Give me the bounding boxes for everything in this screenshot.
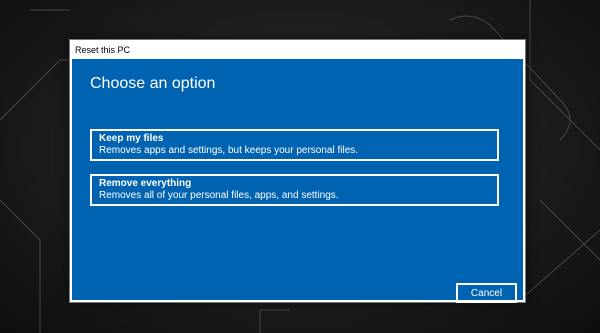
cancel-button[interactable]: Cancel: [456, 283, 517, 303]
option-title-keep: Keep my files: [99, 133, 164, 144]
option-description-remove: Removes all of your personal files, apps…: [99, 190, 339, 201]
option-description-keep: Removes apps and settings, but keeps you…: [99, 145, 359, 156]
keep-my-files-option[interactable]: Keep my files Removes apps and settings,…: [90, 129, 499, 161]
page-title: Choose an option: [90, 75, 216, 92]
desktop-background: Reset this PC Choose an option Keep my f…: [0, 0, 600, 333]
reset-pc-dialog: Reset this PC Choose an option Keep my f…: [69, 39, 526, 303]
dialog-content: Choose an option Keep my files Removes a…: [72, 59, 523, 303]
remove-everything-option[interactable]: Remove everything Removes all of your pe…: [90, 174, 499, 206]
option-title-remove: Remove everything: [99, 178, 192, 189]
dialog-title: Reset this PC: [75, 44, 131, 55]
dialog-titlebar: Reset this PC: [70, 40, 525, 59]
